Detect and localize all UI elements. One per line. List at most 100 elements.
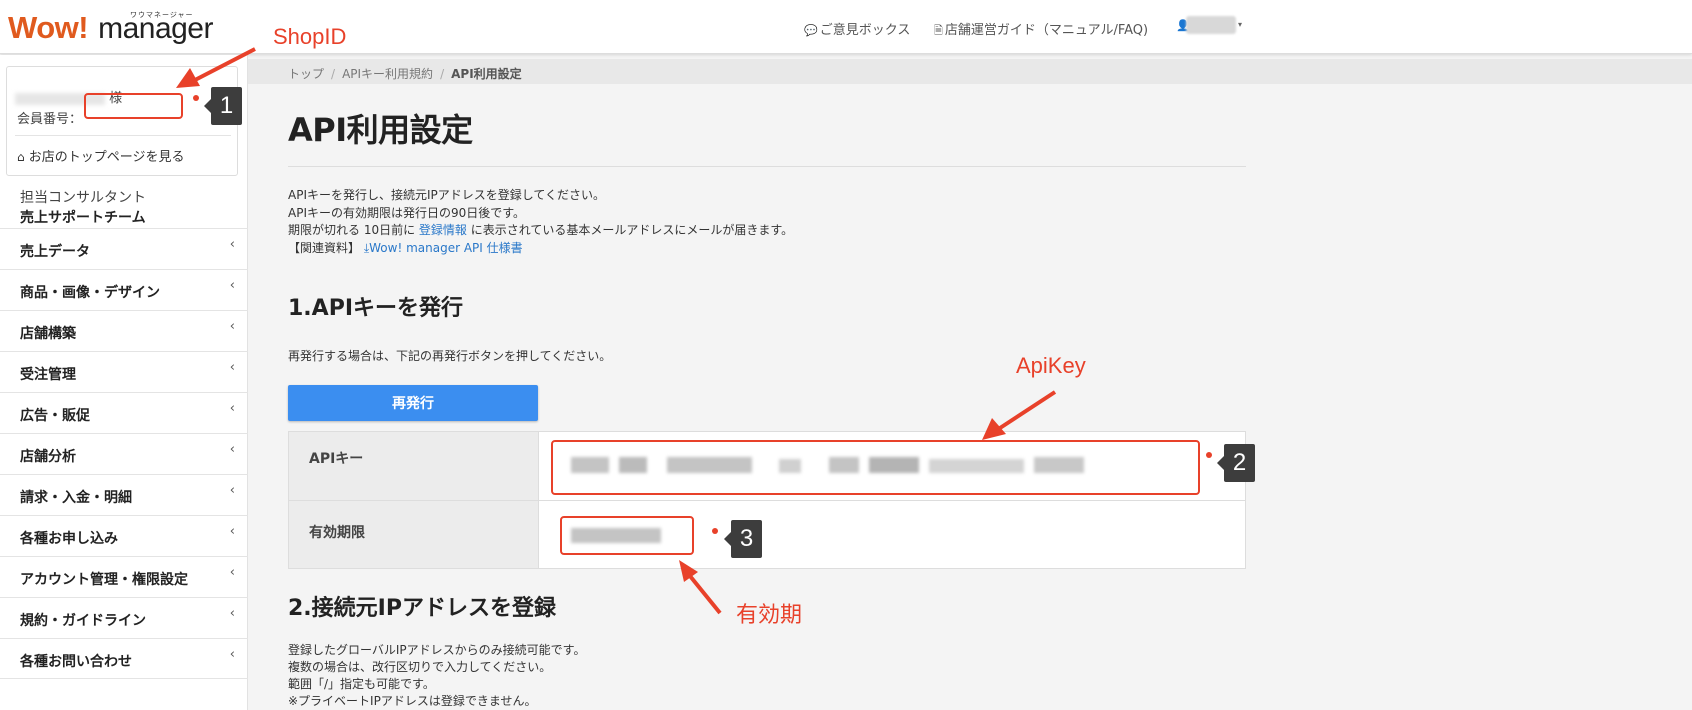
- chevron-left-icon: ‹: [229, 278, 235, 293]
- section2-note-line: 複数の場合は、改行区切りで入力してください。: [288, 660, 552, 674]
- sidebar-item-store-build[interactable]: 店舗構築 ‹: [0, 310, 248, 351]
- shopid-annotation: ShopID: [273, 24, 347, 49]
- desc-line: 期限が切れる 10日前に 登録情報 に表示されている基本メールアドレスにメールが…: [288, 222, 793, 240]
- caret-down-icon: ▾: [1238, 20, 1243, 29]
- consultant-label: 担当コンサルタント: [20, 190, 146, 206]
- sidebar-item-label: アカウント管理・権限設定: [20, 572, 188, 588]
- apikey-highlight-box: [551, 440, 1200, 495]
- shopid-highlight-box: [84, 93, 183, 119]
- desc-text: 期限が切れる 10日前に: [288, 223, 419, 237]
- logo-ruby: ワウマネージャー: [130, 11, 194, 19]
- consultant-info: 担当コンサルタント 売上サポートチーム: [20, 188, 146, 228]
- expiry-label: 有効期限: [309, 525, 365, 541]
- annotation-badge-1: 1: [204, 87, 242, 125]
- annotation-badge-3: 3: [724, 520, 762, 558]
- sidebar-item-label: 受注管理: [20, 367, 76, 383]
- sidebar-item-label: 広告・販促: [20, 408, 90, 424]
- member-info-box: 様 会員番号： ⌂ お店のトップページを見る: [6, 66, 238, 176]
- api-spec-label: Wow! manager API 仕様書: [369, 240, 523, 255]
- member-number: 会員番号：: [17, 108, 82, 127]
- breadcrumb-separator: /: [331, 67, 336, 81]
- sidebar-item-label: 売上データ: [20, 244, 90, 260]
- breadcrumb-current: API利用設定: [451, 67, 522, 81]
- sidebar: 様 会員番号： ⌂ お店のトップページを見る 担当コンサルタント 売上サポートチ…: [0, 55, 248, 710]
- annotation-dot: [193, 95, 199, 101]
- section2-note-line: ※プライベートIPアドレスは登録できません。: [288, 694, 537, 708]
- intro-description: APIキーを発行し、接続元IPアドレスを登録してください。 APIキーの有効期限…: [288, 187, 793, 257]
- sidebar-item-label: 請求・入金・明細: [20, 490, 132, 506]
- desc-line: APIキーを発行し、接続元IPアドレスを登録してください。: [288, 188, 606, 202]
- desc-line: 【関連資料】 ⤓Wow! manager API 仕様書: [288, 240, 793, 258]
- sidebar-item-guidelines[interactable]: 規約・ガイドライン ‹: [0, 597, 248, 638]
- divider: [15, 135, 231, 136]
- sidebar-item-label: 店舗分析: [20, 449, 76, 465]
- sidebar-item-applications[interactable]: 各種お申し込み ‹: [0, 515, 248, 556]
- sidebar-item-ads[interactable]: 広告・販促 ‹: [0, 392, 248, 433]
- section1-title: 1.APIキーを発行: [288, 296, 464, 321]
- sidebar-item-products[interactable]: 商品・画像・デザイン ‹: [0, 269, 248, 310]
- document-icon: 🗎: [934, 24, 943, 37]
- sidebar-item-label: 規約・ガイドライン: [20, 613, 146, 629]
- sidebar-item-account[interactable]: アカウント管理・権限設定 ‹: [0, 556, 248, 597]
- sidebar-item-contact[interactable]: 各種お問い合わせ ‹: [0, 638, 248, 679]
- sidebar-item-label: 各種お申し込み: [20, 531, 118, 547]
- reissue-button[interactable]: 再発行: [288, 385, 538, 421]
- logo-main: Wow!: [8, 10, 89, 45]
- sidebar-item-label: 各種お問い合わせ: [20, 654, 132, 670]
- api-spec-link[interactable]: ⤓Wow! manager API 仕様書: [364, 241, 523, 255]
- chevron-left-icon: ‹: [229, 442, 235, 457]
- breadcrumb-top[interactable]: トップ: [288, 67, 324, 81]
- chevron-left-icon: ‹: [229, 565, 235, 580]
- home-icon: ⌂: [17, 150, 25, 164]
- expiry-annotation: 有効期: [736, 602, 803, 627]
- breadcrumb-api-terms[interactable]: APIキー利用規約: [342, 67, 433, 81]
- feedback-link[interactable]: 💬 ご意見ボックス: [804, 19, 910, 38]
- user-name-redacted: [1186, 16, 1236, 34]
- chevron-left-icon: ‹: [229, 237, 235, 252]
- section2-title: 2.接続元IPアドレスを登録: [288, 596, 556, 621]
- chevron-left-icon: ‹: [229, 524, 235, 539]
- section1-note: 再発行する場合は、下記の再発行ボタンを押してください。: [288, 349, 612, 363]
- shop-top-page-label: お店のトップページを見る: [28, 150, 185, 165]
- title-divider: [288, 166, 1246, 167]
- api-key-label: APIキー: [309, 451, 364, 467]
- guide-link[interactable]: 🗎 店舗運営ガイド（マニュアル/FAQ): [934, 19, 1148, 41]
- section2-note-line: 登録したグローバルIPアドレスからのみ接続可能です。: [288, 643, 586, 657]
- annotation-dot: [1206, 452, 1212, 458]
- registration-info-link[interactable]: 登録情報: [419, 223, 467, 237]
- section2-note-line: 範囲「/」指定も可能です。: [288, 677, 435, 691]
- main-content: トップ / APIキー利用規約 / API利用設定 API利用設定 APIキーを発行し、…: [248, 55, 1692, 710]
- sidebar-nav: 売上データ ‹ 商品・画像・デザイン ‹ 店舗構築 ‹ 受注管理 ‹ 広告・販促 ‹ 店舗…: [0, 228, 248, 679]
- consultant-team: 売上サポートチーム: [20, 210, 146, 226]
- sidebar-item-sales-data[interactable]: 売上データ ‹: [0, 228, 248, 269]
- user-menu[interactable]: 👤 ▾: [1176, 16, 1246, 36]
- chevron-left-icon: ‹: [229, 647, 235, 662]
- shop-top-page-link[interactable]: ⌂ お店のトップページを見る: [17, 146, 185, 165]
- table-header-cell: APIキー: [289, 432, 539, 500]
- table-header-cell: 有効期限: [289, 501, 539, 568]
- feedback-label: ご意見ボックス: [819, 23, 911, 38]
- expiry-row: 有効期限: [289, 500, 1245, 568]
- sidebar-item-label: 店舗構築: [20, 326, 76, 342]
- guide-label: 店舗運営ガイド（マニュアル/FAQ): [944, 23, 1149, 38]
- desc-text: 【関連資料】: [288, 240, 364, 255]
- page-title: API利用設定: [288, 111, 473, 149]
- apikey-annotation: ApiKey: [1016, 353, 1086, 378]
- sidebar-item-orders[interactable]: 受注管理 ‹: [0, 351, 248, 392]
- chevron-left-icon: ‹: [229, 606, 235, 621]
- annotation-dot: [712, 528, 718, 534]
- comment-icon: 💬: [804, 24, 818, 37]
- desc-text: に表示されている基本メールアドレスにメールが届きます。: [466, 223, 794, 237]
- expiry-highlight-box: [560, 516, 694, 555]
- annotation-badge-2: 2: [1217, 444, 1255, 482]
- breadcrumb-separator: /: [440, 67, 445, 81]
- chevron-left-icon: ‹: [229, 360, 235, 375]
- member-number-label: 会員番号：: [17, 112, 83, 127]
- sidebar-item-label: 商品・画像・デザイン: [20, 285, 160, 301]
- chevron-left-icon: ‹: [229, 483, 235, 498]
- section2-note: 登録したグローバルIPアドレスからのみ接続可能です。 複数の場合は、改行区切りで…: [288, 642, 585, 710]
- sidebar-item-analytics[interactable]: 店舗分析 ‹: [0, 433, 248, 474]
- desc-line: APIキーの有効期限は発行日の90日後です。: [288, 205, 526, 220]
- sidebar-item-billing[interactable]: 請求・入金・明細 ‹: [0, 474, 248, 515]
- chevron-left-icon: ‹: [229, 319, 235, 334]
